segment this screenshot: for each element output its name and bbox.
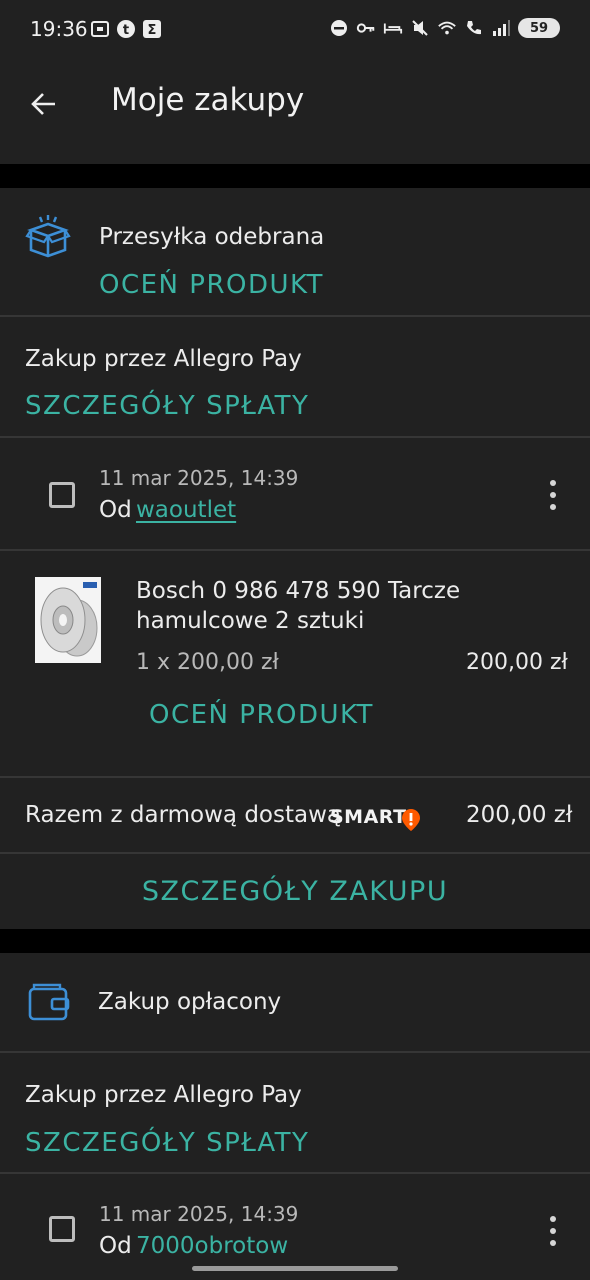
bed-icon (383, 18, 403, 38)
sigma-app-icon: Σ (142, 19, 162, 39)
mute-icon (410, 18, 430, 38)
status-bar: 19:36 t Σ 59 (0, 0, 590, 60)
order-checkbox[interactable] (49, 1216, 75, 1242)
payment-method-label: Zakup przez Allegro Pay (25, 1082, 302, 1108)
page-title: Moje zakupy (111, 82, 305, 118)
summary-total: 200,00 zł (466, 802, 573, 828)
status-time: 19:36 (30, 17, 88, 41)
divider (0, 315, 590, 317)
order-card: Zakup opłacony Zakup przez Allegro Pay S… (0, 953, 590, 1280)
payment-details-link[interactable]: SZCZEGÓŁY SPŁATY (25, 1128, 309, 1158)
smart-icon (401, 808, 421, 832)
battery-indicator: 59 (518, 18, 560, 38)
seller-link[interactable]: waoutlet (136, 497, 236, 523)
divider (0, 436, 590, 438)
order-status: Przesyłka odebrana (99, 224, 325, 250)
home-indicator[interactable] (192, 1266, 398, 1271)
box-icon (25, 214, 71, 260)
status-left-icons: t Σ (90, 19, 162, 39)
payment-method-label: Zakup przez Allegro Pay (25, 346, 302, 372)
back-button[interactable] (22, 82, 66, 126)
summary-label: Razem z darmową dostawą (25, 802, 342, 828)
product-qty-price: 1 x 200,00 zł (136, 650, 279, 675)
divider (0, 549, 590, 551)
more-options-button[interactable] (549, 1216, 557, 1246)
divider (0, 1172, 590, 1174)
divider (0, 776, 590, 778)
product-name-line1[interactable]: Bosch 0 986 478 590 Tarcze (136, 578, 460, 604)
purchase-details-button[interactable]: SZCZEGÓŁY ZAKUPU (0, 854, 590, 929)
divider (0, 1051, 590, 1053)
order-checkbox[interactable] (49, 482, 75, 508)
svg-text:Σ: Σ (148, 23, 157, 38)
battery-level: 59 (529, 20, 549, 36)
brake-disc-image (40, 582, 98, 657)
status-right-icons: 59 (329, 18, 560, 38)
signal-icon (491, 18, 511, 38)
screenshot-icon (90, 19, 110, 39)
order-date: 11 mar 2025, 14:39 (99, 466, 299, 490)
payment-details-link[interactable]: SZCZEGÓŁY SPŁATY (25, 391, 309, 421)
app-bar: Moje zakupy (0, 60, 590, 164)
wifi-icon (437, 18, 457, 38)
purchase-details-label: SZCZEGÓŁY ZAKUPU (141, 876, 449, 907)
rate-product-link[interactable]: OCEŃ PRODUKT (99, 270, 324, 300)
tumblr-icon: t (116, 19, 136, 39)
product-name-line2[interactable]: hamulcowe 2 sztuki (136, 608, 364, 634)
rate-product-link-item[interactable]: OCEŃ PRODUKT (149, 700, 374, 730)
wallet-icon (26, 981, 72, 1023)
do-not-disturb-icon (329, 18, 349, 38)
key-icon (356, 18, 376, 38)
smart-badge: SMART (330, 806, 407, 828)
seller-prefix: Od (99, 1233, 132, 1259)
seller-link[interactable]: 7000obrotow (136, 1233, 288, 1259)
arrow-left-icon (31, 93, 55, 115)
order-status: Zakup opłacony (98, 989, 282, 1015)
more-options-button[interactable] (549, 480, 557, 510)
product-total: 200,00 zł (466, 650, 568, 675)
svg-text:t: t (123, 23, 129, 38)
wifi-call-icon (464, 18, 484, 38)
product-image[interactable] (35, 577, 101, 663)
seller-prefix: Od (99, 497, 132, 523)
order-date: 11 mar 2025, 14:39 (99, 1202, 299, 1226)
